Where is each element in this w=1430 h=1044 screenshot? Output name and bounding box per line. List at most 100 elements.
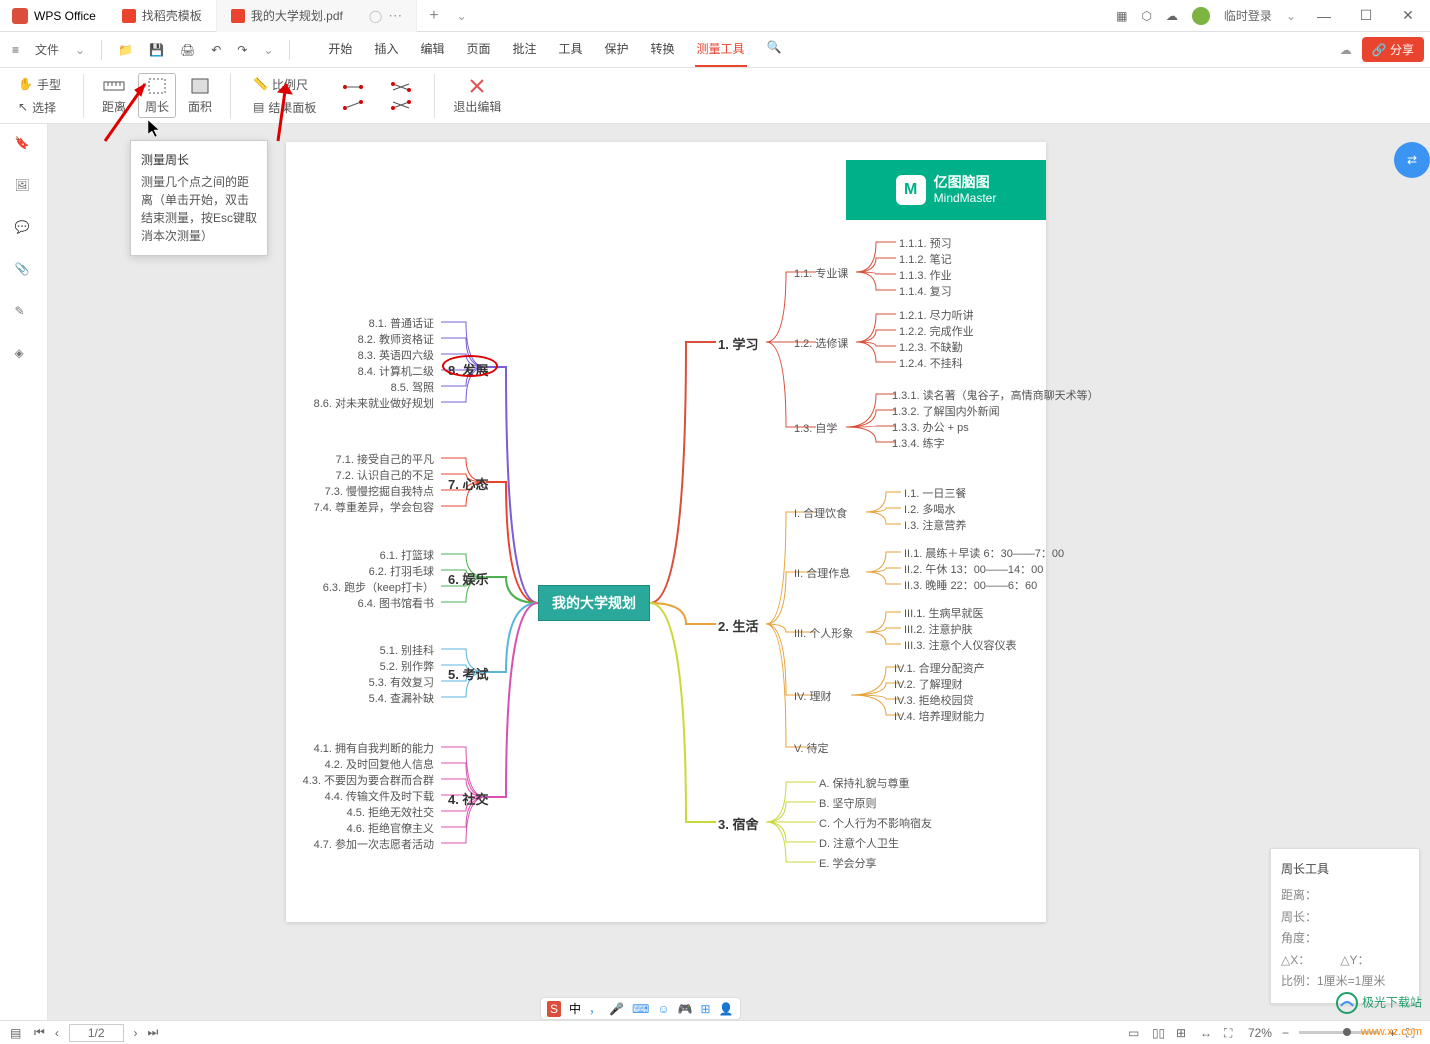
emoji-icon[interactable]: ☺ <box>657 1002 669 1016</box>
undo-icon[interactable]: ↶ <box>205 39 227 61</box>
leaf: III.1. 生病早就医 <box>904 605 983 621</box>
flame-icon <box>122 9 136 23</box>
close-button[interactable]: ✕ <box>1394 7 1422 24</box>
zoom-value: 72% <box>1248 1026 1272 1040</box>
share-label: 分享 <box>1390 43 1414 57</box>
tab-annotate[interactable]: 批注 <box>510 32 538 67</box>
save-icon[interactable]: 💾 <box>143 39 170 61</box>
view-mode-1-icon[interactable]: ▭ <box>1128 1026 1142 1040</box>
branch-2: 2. 生活 <box>718 616 758 635</box>
minimize-button[interactable]: — <box>1310 8 1338 24</box>
chevron-down-icon[interactable]: ⌄ <box>257 39 279 61</box>
grid-icon[interactable]: ▦ <box>1116 9 1127 23</box>
chevron-down-icon[interactable]: ⌄ <box>1286 9 1296 23</box>
redo-icon[interactable]: ↷ <box>231 39 253 61</box>
bookmark-icon[interactable]: 🔖 <box>15 136 33 154</box>
new-tab-button[interactable]: + <box>417 7 450 25</box>
ime-lang[interactable]: 中 <box>569 1000 581 1017</box>
tab-templates[interactable]: 找稻壳模板 <box>108 0 217 32</box>
tooltip-perimeter: 测量周长 测量几个点之间的距离（单击开始，双击结束测量，按Esc键取消本次测量） <box>130 140 268 256</box>
line-style-1[interactable] <box>336 79 370 95</box>
tab-insert[interactable]: 插入 <box>372 32 400 67</box>
person-icon[interactable]: 👤 <box>719 1002 734 1016</box>
cloud-icon[interactable]: ☁ <box>1166 9 1178 23</box>
view-mode-3-icon[interactable]: ⊞ <box>1176 1026 1190 1040</box>
separator <box>230 74 231 118</box>
ime-toolbar[interactable]: S 中 ， 🎤 ⌨ ☺ 🎮 ⊞ 👤 <box>540 997 741 1020</box>
line-style-3[interactable] <box>384 79 418 95</box>
next-page-icon[interactable]: › <box>134 1026 138 1040</box>
tab-protect[interactable]: 保护 <box>603 32 631 67</box>
zoom-out-icon[interactable]: − <box>1282 1026 1289 1040</box>
leaf: I.3. 注意营养 <box>904 517 966 533</box>
leaf: 4.2. 及时回复他人信息 <box>325 756 434 772</box>
ime-punct-icon[interactable]: ， <box>589 1000 601 1017</box>
keyboard-icon[interactable]: ⌨ <box>632 1002 649 1016</box>
hand-tool[interactable]: ✋手型 <box>12 74 67 95</box>
tab-measure[interactable]: 测量工具 <box>695 32 747 67</box>
area-tool[interactable]: 面积 <box>182 74 218 117</box>
line-style-2[interactable] <box>336 97 370 113</box>
document-area[interactable]: M 亿图脑图 MindMaster <box>48 124 1430 1020</box>
fit-page-icon[interactable]: ⛶ <box>1224 1026 1238 1040</box>
grid-icon[interactable]: ⊞ <box>701 1002 711 1016</box>
attachment-icon[interactable]: 📎 <box>15 262 33 280</box>
last-page-icon[interactable]: ⏭ <box>148 1025 159 1040</box>
tab-start[interactable]: 开始 <box>326 32 354 67</box>
leaf: II.1. 晨练＋早读 6：30——7：00 <box>904 545 1064 561</box>
login-label[interactable]: 临时登录 <box>1224 7 1272 24</box>
cloud-sync-icon[interactable]: ☁ <box>1340 43 1352 57</box>
leaf: IV. 理财 <box>794 688 832 704</box>
close-icon[interactable]: ⋯ <box>388 7 402 24</box>
game-icon[interactable]: 🎮 <box>678 1002 693 1016</box>
branch-6: 6. 娱乐 <box>448 569 488 588</box>
fit-width-icon[interactable]: ↔ <box>1200 1026 1214 1040</box>
tab-convert[interactable]: 转换 <box>649 32 677 67</box>
search-icon[interactable]: 🔍 <box>765 32 784 67</box>
cursor-icon <box>148 120 164 140</box>
leaf: 1.3.3. 办公 + ps <box>892 419 969 435</box>
menu-icon[interactable]: ≡ <box>6 39 25 61</box>
tab-label: 我的大学规划.pdf <box>251 7 343 24</box>
file-menu[interactable]: 文件 <box>29 37 65 62</box>
exit-edit-button[interactable]: 退出编辑 <box>447 74 507 117</box>
leaf: D. 注意个人卫生 <box>819 835 899 851</box>
sidebar-toggle-icon[interactable]: ▤ <box>10 1026 24 1040</box>
select-tool[interactable]: ↖选择 <box>12 97 67 118</box>
leaf: 7.2. 认识自己的不足 <box>336 467 434 483</box>
panel-icon: ▤ <box>253 100 264 114</box>
first-page-icon[interactable]: ⏮ <box>34 1025 45 1040</box>
open-icon[interactable]: 📁 <box>112 39 139 61</box>
line-style-4[interactable] <box>384 97 418 113</box>
leaf: II.3. 晚睡 22：00——6：60 <box>904 577 1037 593</box>
avatar[interactable] <box>1192 7 1210 25</box>
floating-action-button[interactable]: ⇄ <box>1394 142 1430 178</box>
edit-icon[interactable]: ✎ <box>15 304 33 322</box>
chevron-down-icon[interactable]: ⌄ <box>69 39 91 61</box>
maximize-button[interactable]: ☐ <box>1352 7 1380 24</box>
mic-icon[interactable]: 🎤 <box>609 1002 624 1016</box>
share-button[interactable]: 🔗 分享 <box>1362 37 1424 62</box>
leaf: 1.3.2. 了解国内外新闻 <box>892 403 1000 419</box>
separator <box>101 40 102 60</box>
view-mode-2-icon[interactable]: ▯▯ <box>1152 1026 1166 1040</box>
print-icon[interactable]: 🖨 <box>174 39 201 61</box>
tab-document[interactable]: 我的大学规划.pdf ◯ ⋯ <box>217 0 417 32</box>
comment-icon[interactable]: 💬 <box>15 220 33 238</box>
page-indicator[interactable]: 1/2 <box>69 1024 124 1042</box>
tab-tools[interactable]: 工具 <box>557 32 585 67</box>
leaf: IV.4. 培养理财能力 <box>894 708 985 724</box>
image-icon[interactable]: 🖼 <box>15 178 33 196</box>
watermark-xz: www.xz.com <box>1361 1026 1422 1038</box>
prev-page-icon[interactable]: ‹ <box>55 1026 59 1040</box>
tab-page[interactable]: 页面 <box>464 32 492 67</box>
layers-icon[interactable]: ◈ <box>15 346 33 364</box>
leaf: 8.3. 英语四六级 <box>358 347 434 363</box>
leaf: III. 个人形象 <box>794 625 853 641</box>
leaf: IV.2. 了解理财 <box>894 676 963 692</box>
tab-edit[interactable]: 编辑 <box>418 32 446 67</box>
tab-dropdown-icon[interactable]: ⌄ <box>457 9 467 23</box>
annotation-arrow <box>268 76 328 146</box>
cube-icon[interactable]: ⬡ <box>1141 9 1151 23</box>
jg-logo-icon <box>1336 992 1358 1014</box>
